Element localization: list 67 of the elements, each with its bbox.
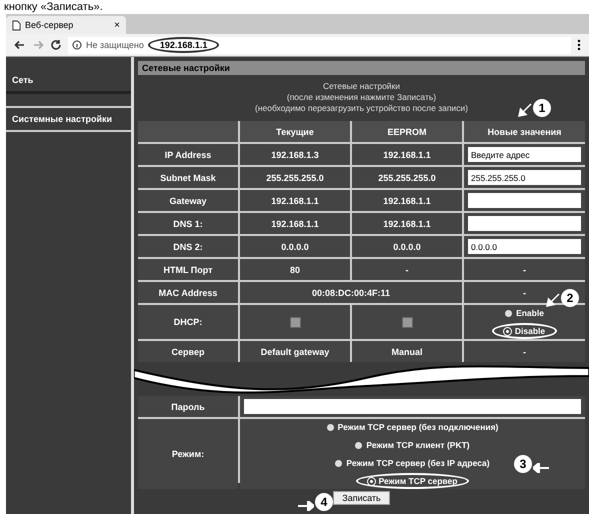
info-icon	[72, 40, 82, 50]
row-label: HTML Порт	[138, 259, 238, 280]
table-cell: -	[464, 259, 585, 280]
row-label: Пароль	[138, 396, 238, 417]
note-text: Сетевые настройки	[322, 81, 400, 91]
caption-text: кнопку «Записать».	[3, 0, 104, 14]
note-text: (необходимо перезагрузить устройство после записи)	[254, 103, 468, 113]
close-tab-button[interactable]: ×	[114, 20, 120, 30]
row-label: DNS 2:	[138, 236, 238, 257]
radio-option[interactable]: Режим TCP клиент (PKT)	[343, 437, 482, 453]
menu-icon[interactable]	[577, 39, 581, 51]
input-field[interactable]: Введите адрес	[468, 147, 581, 162]
arrow	[298, 501, 314, 511]
radio-option[interactable]: Режим TCP сервер	[356, 473, 470, 489]
table-cell: Default gateway	[240, 341, 350, 362]
radio-option[interactable]: Режим TCP сервер (без IP адреса)	[323, 455, 502, 471]
arrow	[533, 463, 549, 473]
input-field[interactable]	[468, 193, 581, 208]
column-header: Новые значения	[464, 121, 585, 142]
back-icon[interactable]	[14, 39, 26, 51]
column-header: EEPROM	[352, 121, 462, 142]
arrow	[518, 103, 532, 117]
table-cell: 192.168.1.1	[240, 213, 350, 234]
address-field[interactable]: Не защищено 192.168.1.1	[68, 36, 571, 54]
row-label: IP Address	[138, 144, 238, 165]
radio-option[interactable]: Disable	[492, 323, 558, 339]
table-cell: 0.0.0.0	[240, 236, 350, 257]
column-header: Текущие	[240, 121, 350, 142]
row-label: Сервер	[138, 341, 238, 362]
forward-icon[interactable]	[32, 39, 44, 51]
row-label: DHCP:	[138, 305, 238, 339]
row-label: DNS 1:	[138, 213, 238, 234]
radio-option[interactable]: Режим TCP сервер (без подключения)	[314, 419, 510, 435]
row-label: Режим:	[138, 419, 238, 489]
panel-title: Сетевые настройки	[138, 61, 585, 75]
sidebar-item[interactable]: Сеть	[6, 69, 131, 94]
table-cell: 00:08:DC:00:4F:11	[240, 282, 462, 303]
checkbox[interactable]	[402, 316, 412, 328]
password-field[interactable]	[244, 399, 581, 414]
sidebar-item[interactable]: Системные настройки	[6, 106, 131, 132]
radio-option[interactable]: Enable	[493, 305, 556, 321]
browser-tab[interactable]: Веб-сервер ×	[6, 16, 126, 34]
save-button[interactable]: Записать	[333, 491, 390, 505]
input-field[interactable]: 255.255.255.0	[468, 170, 581, 185]
note-text: (после изменения нажмите Записать)	[286, 92, 436, 102]
page-icon	[12, 20, 21, 30]
table-cell: 192.168.1.3	[240, 144, 350, 165]
table-cell: -	[352, 259, 462, 280]
table-cell: Manual	[352, 341, 462, 362]
table-cell: 192.168.1.1	[352, 213, 462, 234]
reload-icon[interactable]	[50, 39, 62, 51]
row-label: MAC Address	[138, 282, 238, 303]
input-field[interactable]	[468, 216, 581, 231]
table-cell: 192.168.1.1	[352, 144, 462, 165]
row-label: Gateway	[138, 190, 238, 211]
input-field[interactable]: 0.0.0.0	[468, 239, 581, 254]
table-cell: 192.168.1.1	[240, 190, 350, 211]
callout-number: 1	[533, 99, 551, 117]
arrow	[546, 293, 560, 307]
table-cell: 80	[240, 259, 350, 280]
row-label: Subnet Mask	[138, 167, 238, 188]
table-cell: 255.255.255.0	[240, 167, 350, 188]
table-cell: 192.168.1.1	[352, 190, 462, 211]
table-cell: -	[464, 341, 585, 362]
table-cell: 0.0.0.0	[352, 236, 462, 257]
table-cell: 255.255.255.0	[352, 167, 462, 188]
checkbox[interactable]	[290, 316, 300, 328]
